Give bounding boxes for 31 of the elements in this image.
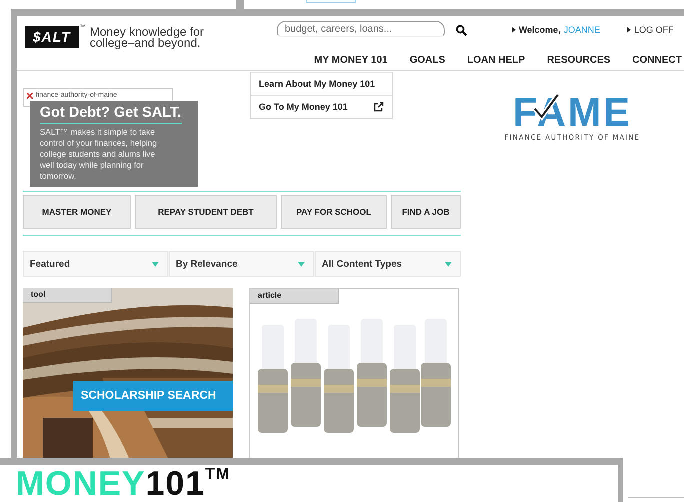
caret-icon [152, 262, 159, 266]
menu-item[interactable]: Go To My Money 101 [251, 95, 392, 118]
caret-icon [627, 27, 632, 33]
topic-button[interactable]: PAY FOR SCHOOL [281, 195, 387, 229]
topic-button[interactable]: MASTER MONEY [23, 195, 131, 229]
promo-title: Got Debt? Get SALT. [40, 105, 182, 124]
log-off-link[interactable]: LOG OFF [634, 25, 674, 35]
nav-link[interactable]: CONNECT [632, 55, 682, 66]
tagline: Money knowledge for college–and beyond. [90, 27, 206, 49]
nav-link[interactable]: LOAN HELP [467, 55, 526, 66]
logo[interactable]: $ALT [25, 26, 79, 48]
filter-dropdown[interactable]: All Content Types [315, 251, 461, 277]
topic-button[interactable]: FIND A JOB [391, 195, 461, 229]
content-type-tag: article [250, 289, 339, 304]
filter-dropdown[interactable]: By Relevance [169, 251, 314, 277]
nav-link[interactable]: RESOURCES [547, 55, 611, 66]
close-icon [27, 93, 33, 99]
nav-link[interactable]: MY MONEY 101 [314, 55, 388, 66]
welcome-text: Welcome, [518, 25, 561, 35]
menu-item[interactable]: Learn About My Money 101 [251, 72, 392, 95]
filter-dropdown[interactable]: Featured [23, 251, 168, 277]
caret-icon [512, 27, 516, 33]
nav-link[interactable]: GOALS [410, 55, 446, 66]
search-icon[interactable] [456, 25, 467, 36]
topic-button[interactable]: REPAY STUDENT DEBT [135, 195, 277, 229]
promo-text: SALT™ makes it simple to take control of your finances, helping college students and alums live well today while planning for tomorrow. [40, 127, 158, 182]
caret-icon [445, 262, 452, 266]
banner-title: MONEY101$^{TM}$ [16, 465, 232, 502]
content-type-tag: tool [23, 288, 112, 303]
search-field[interactable]: budget, careers, loans... [276, 21, 445, 37]
caret-icon [298, 262, 305, 266]
